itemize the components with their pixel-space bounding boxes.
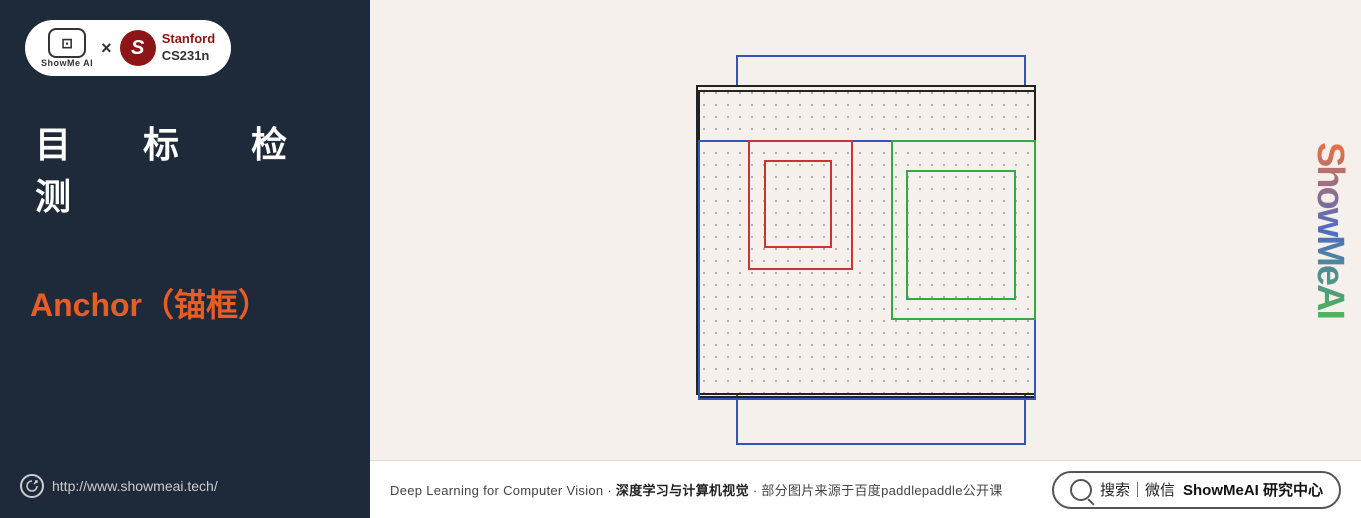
bottom-bar: Deep Learning for Computer Vision · 深度学习… (370, 460, 1361, 518)
search-icon (1070, 479, 1092, 501)
showmeai-logo: ShowMe Al (41, 28, 93, 68)
watermark: ShowMeAI (1308, 142, 1351, 318)
search-label: ShowMeAI 研究中心 (1183, 479, 1323, 500)
logo-area: ShowMe Al × S Stanford CS231n (25, 20, 231, 76)
stanford-name: Stanford (162, 31, 215, 48)
anchor-title: Anchor（锚框） (25, 280, 345, 326)
anchor-diagram (656, 55, 1076, 405)
showmeai-text: ShowMe Al (41, 58, 93, 68)
showmeai-icon (48, 28, 86, 58)
anchor-box-green-inner (906, 170, 1016, 300)
website-url: http://www.showmeai.tech/ (52, 478, 218, 494)
anchor-box-red-inner (764, 160, 832, 248)
stanford-course: CS231n (162, 48, 215, 65)
stanford-text: Stanford CS231n (162, 31, 215, 65)
diagram-area: ShowMeAI (370, 0, 1361, 460)
cross-symbol: × (101, 38, 112, 59)
search-box[interactable]: 搜索｜微信 ShowMeAI 研究中心 (1052, 471, 1341, 509)
bottom-description: Deep Learning for Computer Vision · 深度学习… (390, 480, 1003, 499)
stanford-s-icon: S (120, 30, 156, 66)
main-content: ShowMeAI Deep Learning for Computer Visi… (370, 0, 1361, 518)
search-text: 搜索｜微信 (1100, 479, 1175, 500)
sidebar: ShowMe Al × S Stanford CS231n 目 标 检 测 An… (0, 0, 370, 518)
stanford-logo: S Stanford CS231n (120, 30, 215, 66)
link-icon (20, 474, 44, 498)
page-title-chinese: 目 标 检 测 (25, 116, 345, 220)
website-link[interactable]: http://www.showmeai.tech/ (20, 474, 218, 498)
